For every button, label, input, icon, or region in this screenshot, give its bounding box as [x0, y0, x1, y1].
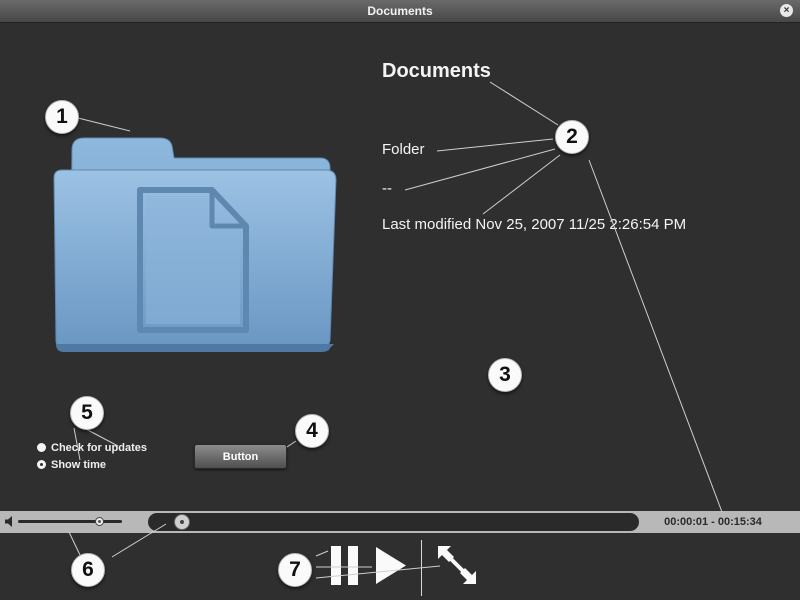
fullscreen-icon[interactable]	[436, 544, 478, 586]
item-modified-date: Last modified Nov 25, 2007 11/25 2:26:54…	[382, 216, 687, 233]
close-icon[interactable]: ×	[780, 4, 793, 17]
callout-1: 1	[45, 100, 79, 134]
volume-slider[interactable]	[18, 520, 122, 523]
callout-5: 5	[70, 396, 104, 430]
volume-icon[interactable]	[4, 515, 14, 528]
item-kind: Folder	[382, 141, 425, 158]
controls-divider	[421, 540, 422, 596]
time-display: 00:00:01 - 00:15:34	[664, 516, 762, 528]
show-time-radio[interactable]	[37, 460, 46, 469]
show-time-option[interactable]: Show time	[37, 459, 106, 473]
callout-4: 4	[295, 414, 329, 448]
callout-3: 3	[488, 358, 522, 392]
folder-document-icon	[53, 137, 337, 352]
show-time-label: Show time	[51, 459, 107, 471]
item-size: --	[382, 180, 392, 197]
window-title: Documents	[367, 4, 433, 18]
generic-button[interactable]: Button	[194, 444, 287, 469]
check-updates-option[interactable]: Check for updates	[37, 442, 147, 456]
callout-7: 7	[278, 553, 312, 587]
title-bar: Documents ×	[0, 0, 800, 23]
pause-button[interactable]	[331, 546, 358, 585]
play-button[interactable]	[375, 546, 407, 585]
pause-bar-left	[331, 546, 341, 585]
progress-track[interactable]	[148, 513, 639, 531]
pause-bar-right	[348, 546, 358, 585]
item-name: Documents	[382, 60, 491, 82]
callout-6: 6	[71, 553, 105, 587]
check-updates-label: Check for updates	[51, 442, 147, 454]
check-updates-radio[interactable]	[37, 443, 46, 452]
callout-2: 2	[555, 120, 589, 154]
volume-knob[interactable]	[94, 517, 104, 526]
